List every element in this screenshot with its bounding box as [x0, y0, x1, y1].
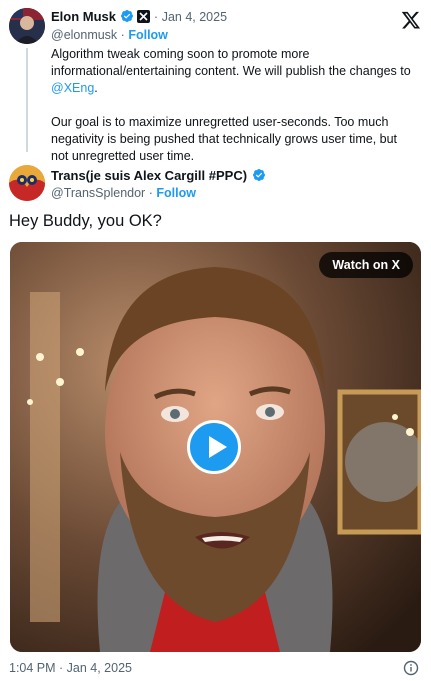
tweet-timestamp[interactable]: 1:04 PM · Jan 4, 2025 — [9, 661, 132, 675]
avatar-image — [9, 165, 45, 201]
separator: · — [148, 186, 153, 200]
follow-button[interactable]: Follow — [156, 186, 196, 200]
quoted-body-line: Algorithm tweak coming soon to promote m… — [51, 47, 411, 78]
x-logo-icon[interactable] — [401, 10, 421, 30]
separator: · — [153, 10, 159, 24]
avatar[interactable] — [9, 8, 45, 44]
play-icon[interactable] — [187, 420, 241, 474]
author-handle-row: @TransSplendor · Follow — [51, 186, 196, 200]
author-handle[interactable]: @TransSplendor — [51, 186, 145, 200]
quoted-date[interactable]: Jan 4, 2025 — [162, 10, 227, 24]
quoted-paragraph-1: Algorithm tweak coming soon to promote m… — [51, 46, 417, 97]
verified-badge-icon — [120, 9, 134, 26]
tweet-text: Hey Buddy, you OK? — [9, 212, 162, 230]
quoted-paragraph-2: Our goal is to maximize unregretted user… — [51, 115, 398, 163]
follow-button[interactable]: Follow — [128, 28, 168, 42]
author-name[interactable]: Trans(je suis Alex Cargill #PPC) — [51, 168, 247, 183]
mention-link[interactable]: @XEng — [51, 81, 94, 95]
quoted-handle-row: @elonmusk · Follow — [51, 28, 168, 42]
avatar[interactable] — [9, 165, 45, 201]
x-affiliate-badge-icon — [137, 10, 151, 26]
author-header: Trans(je suis Alex Cargill #PPC) — [51, 167, 266, 187]
thread-line — [26, 48, 28, 152]
avatar-image — [9, 8, 45, 44]
quoted-author-name[interactable]: Elon Musk — [51, 9, 116, 24]
watch-on-x-button[interactable]: Watch on X — [319, 252, 413, 278]
quoted-tweet[interactable]: Elon Musk · Jan 4, 2025 @elonmusk · Foll… — [0, 0, 431, 163]
info-icon[interactable] — [403, 660, 419, 676]
separator: · — [120, 28, 125, 42]
quoted-text: Algorithm tweak coming soon to promote m… — [51, 46, 417, 182]
quoted-header: Elon Musk · Jan 4, 2025 — [51, 9, 227, 26]
video-player[interactable]: Watch on X — [10, 242, 421, 652]
quoted-handle[interactable]: @elonmusk — [51, 28, 117, 42]
verified-badge-icon — [252, 168, 266, 187]
quoted-body-end: . — [94, 81, 98, 95]
